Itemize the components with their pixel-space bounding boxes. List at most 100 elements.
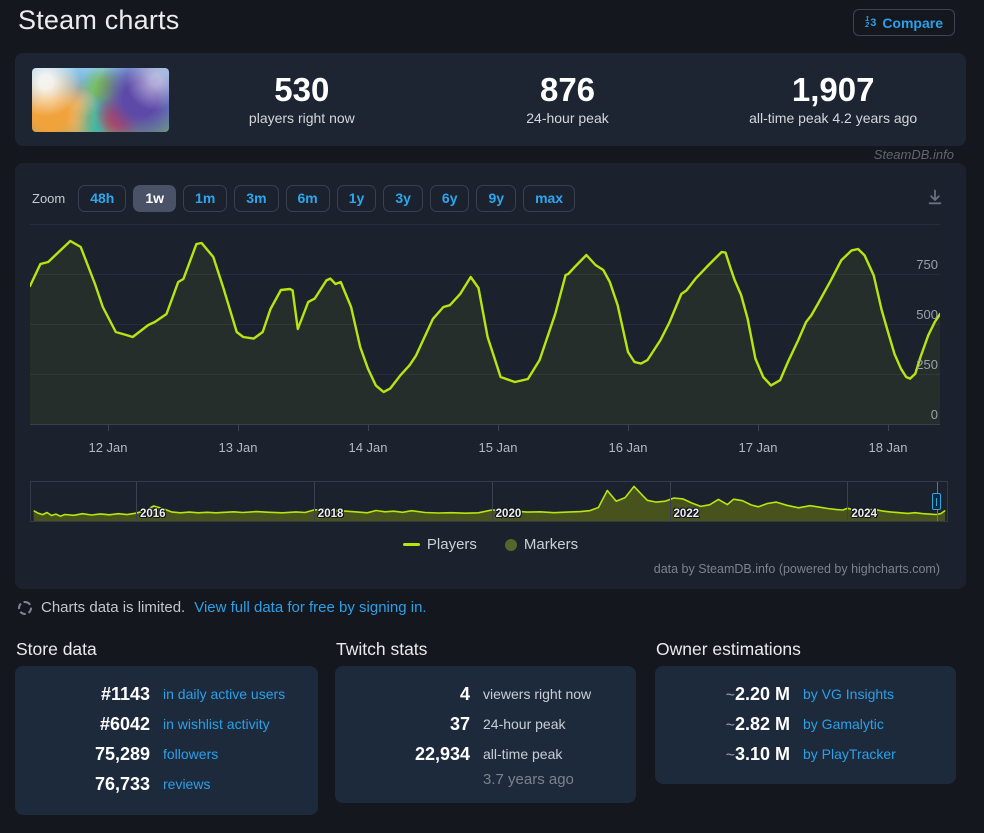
stat-value: ~3.10 M [725, 744, 790, 764]
stat-alltime-peak: 1,907 all-time peak 4.2 years ago [700, 70, 966, 126]
steamdb-watermark: SteamDB.info [873, 147, 954, 162]
navigator-year-label-2022: 2022 [673, 508, 700, 520]
zoom-controls: Zoom 48h 1w 1m 3m 6m 1y 3y 6y 9y max [32, 185, 576, 212]
stat-label-link[interactable]: reviews [163, 769, 210, 799]
gridline-0 [30, 424, 940, 425]
game-capsule-image[interactable] [32, 67, 169, 132]
compare-button[interactable]: 12 3 Compare [853, 9, 955, 36]
players-now-label: players right now [248, 110, 355, 127]
x-tick [238, 424, 239, 431]
stat-label-link[interactable]: by PlayTracker [803, 739, 896, 769]
zoom-button-max[interactable]: max [523, 185, 576, 212]
stat-row: 22,934 all-time peak [335, 739, 636, 769]
markers-circle-swatch [504, 538, 517, 551]
y-tick-label-0: 0 [930, 407, 938, 422]
legend-item-markers[interactable]: Markers [504, 536, 578, 553]
x-tick-label-12-Jan: 12 Jan [88, 440, 128, 455]
stat-row: ~2.20 M by VG Insights [655, 679, 956, 709]
x-tick-label-15-Jan: 15 Jan [478, 440, 518, 455]
sign-in-link[interactable]: View full data for free by signing in. [194, 599, 426, 616]
x-tick [628, 424, 629, 431]
dashed-circle-icon [18, 600, 32, 615]
stat-label: all-time peak [483, 746, 563, 762]
navigator-gridline-2024 [847, 482, 849, 521]
stat-label-link[interactable]: followers [163, 739, 218, 769]
owner-estimations-title: Owner estimations [656, 639, 801, 659]
stat-label: 3.7 years ago [483, 771, 574, 788]
zoom-button-1y[interactable]: 1y [336, 185, 377, 212]
x-tick-label-18-Jan: 18 Jan [868, 440, 908, 455]
zoom-button-3m[interactable]: 3m [234, 185, 279, 212]
x-tick-label-17-Jan: 17 Jan [738, 440, 778, 455]
stat-label-link[interactable]: by Gamalytic [803, 709, 884, 739]
chart-navigator[interactable]: 2016 2018 2020 2022 2024 [30, 481, 948, 522]
stat-row: 4 viewers right now [335, 679, 636, 709]
navigator-year-label-2016: 2016 [139, 508, 166, 520]
zoom-button-1w[interactable]: 1w [133, 185, 177, 212]
navigator-handle[interactable] [932, 493, 941, 510]
compare-button-label: Compare [882, 14, 943, 31]
stat-players-now: 530 players right now [169, 72, 435, 127]
x-tick [368, 424, 369, 431]
chart-credits: data by SteamDB.info (powered by highcha… [653, 562, 940, 576]
stat-value: ~2.82 M [725, 714, 790, 734]
x-tick-label-14-Jan: 14 Jan [348, 440, 388, 455]
y-tick-label-250: 250 [916, 357, 938, 372]
zoom-button-1m[interactable]: 1m [183, 185, 228, 212]
twitch-stats-title: Twitch stats [336, 639, 428, 659]
chart-legend: Players Markers [15, 536, 966, 553]
stat-value: 37 [449, 714, 470, 734]
stat-sub-row: 3.7 years ago [335, 769, 636, 795]
stat-label: 24-hour peak [483, 716, 566, 732]
stat-row: 37 24-hour peak [335, 709, 636, 739]
x-tick [498, 424, 499, 431]
approx-tilde: ~ [725, 717, 735, 734]
stat-row: #1143 in daily active users [15, 679, 318, 709]
x-tick [758, 424, 759, 431]
twitch-stats-card: 4 viewers right now 37 24-hour peak 22,934 al… [335, 666, 636, 803]
stat-value [335, 769, 470, 795]
stat-label-link[interactable]: in wishlist activity [163, 709, 270, 739]
x-tick-label-13-Jan: 13 Jan [218, 440, 258, 455]
y-tick-label-750: 750 [916, 257, 938, 272]
players-line-svg [30, 239, 940, 424]
store-data-card: #1143 in daily active users #6042 in wishli… [15, 666, 318, 815]
navigator-area-svg [33, 485, 946, 521]
legend-players-label: Players [426, 536, 477, 553]
steamdb-charts-page: Steam charts 12 3 Compare 530 players ri… [0, 0, 984, 833]
zoom-button-9y[interactable]: 9y [476, 185, 517, 212]
navigator-year-label-2018: 2018 [317, 508, 344, 520]
stat-24h-peak: 876 24-hour peak [435, 72, 701, 127]
zoom-button-3y[interactable]: 3y [383, 185, 423, 212]
zoom-label: Zoom [32, 190, 66, 206]
zoom-button-6m[interactable]: 6m [285, 185, 330, 212]
stat-value: 75,289 [94, 744, 150, 764]
x-tick [108, 424, 109, 431]
alltime-peak-value: 1,907 [791, 70, 875, 108]
players-chart-plot-area[interactable]: 750 500 250 0 12 Jan 13 Jan 14 Jan 15 Jan 16 Ja… [30, 224, 940, 455]
peak-24h-label: 24-hour peak [526, 110, 609, 127]
download-chart-button[interactable] [925, 188, 945, 208]
navigator-gridline-2018 [313, 482, 315, 521]
players-area-fill [30, 241, 940, 424]
players-line-swatch [402, 543, 420, 546]
summary-stats: 530 players right now 876 24-hour peak 1… [169, 70, 966, 127]
zoom-button-48h[interactable]: 48h [78, 185, 127, 212]
y-tick-label-500: 500 [916, 307, 938, 322]
approx-tilde: ~ [725, 747, 735, 764]
navigator-gridline-2022 [669, 482, 671, 521]
stat-label-link[interactable]: by VG Insights [803, 679, 894, 709]
stat-value: 76,733 [94, 774, 150, 794]
x-tick-label-16-Jan: 16 Jan [608, 440, 648, 455]
page-title: Steam charts [18, 5, 180, 35]
stat-label-link[interactable]: in daily active users [163, 679, 285, 709]
legend-item-players[interactable]: Players [402, 536, 477, 553]
navigator-year-label-2020: 2020 [495, 508, 522, 520]
limited-data-text: Charts data is limited. [41, 599, 186, 616]
owner-estimations-card: ~2.20 M by VG Insights ~2.82 M by Gamalytic… [655, 666, 956, 784]
navigator-gridline-2016 [135, 482, 137, 521]
stat-value: 4 [459, 684, 470, 704]
stat-row: #6042 in wishlist activity [15, 709, 318, 739]
stat-row: ~3.10 M by PlayTracker [655, 739, 956, 769]
zoom-button-6y[interactable]: 6y [429, 185, 470, 212]
